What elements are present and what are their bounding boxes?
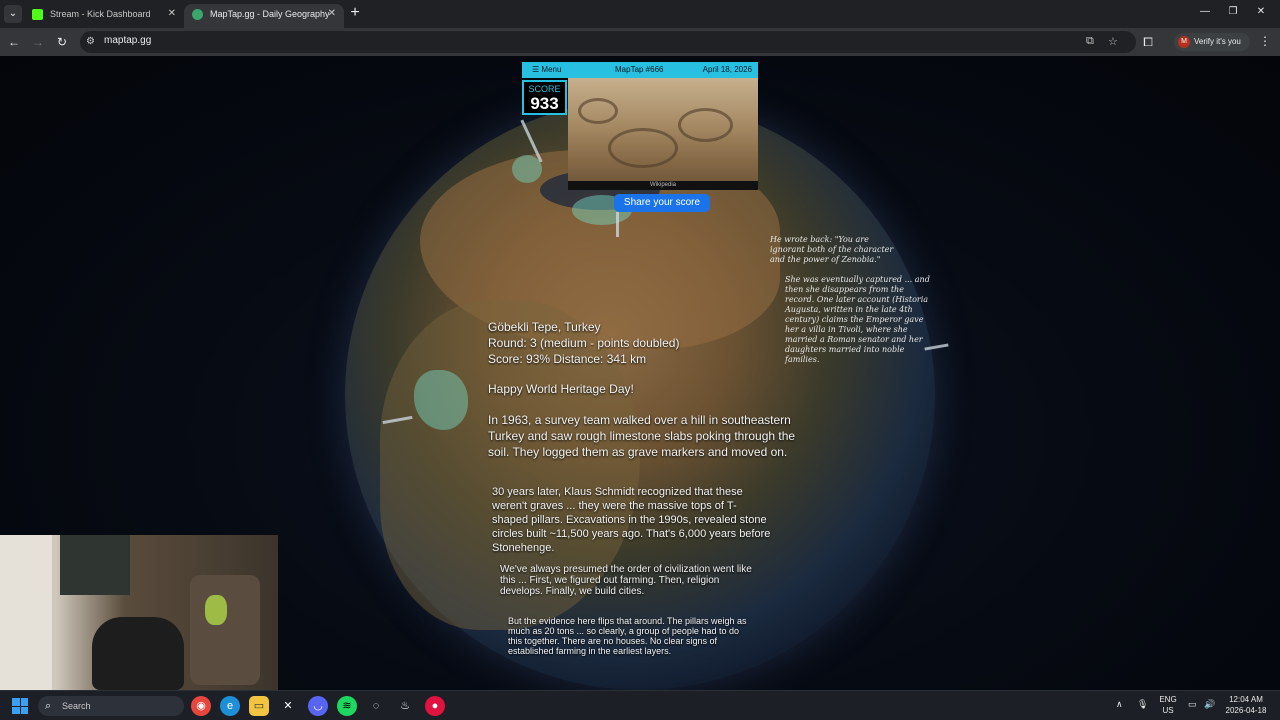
puzzle-date: April 18, 2026 <box>702 65 752 74</box>
tab-title: MapTap.gg - Daily Geography <box>210 9 330 19</box>
close-window-icon[interactable]: ✕ <box>1248 6 1274 17</box>
story-paragraph: But the evidence here flips that around.… <box>508 616 747 656</box>
tab-title: Stream - Kick Dashboard <box>50 9 151 19</box>
lang-region: US <box>1162 706 1174 715</box>
discord-icon[interactable]: ◡ <box>308 696 328 716</box>
menu-label: Menu <box>541 65 562 74</box>
obs-icon[interactable]: ● <box>425 696 445 716</box>
tab-strip: ⌄ Stream - Kick Dashboard ✕ MapTap.gg - … <box>0 0 1280 28</box>
menu-button[interactable]: ☰ Menu <box>532 62 561 78</box>
webcam-scene <box>0 535 52 690</box>
steam-icon[interactable]: ♨ <box>395 696 415 716</box>
webcam-scene <box>190 575 260 685</box>
story-paragraph: In 1963, a survey team walked over a hil… <box>488 413 796 459</box>
reload-icon[interactable]: ↻ <box>54 34 70 50</box>
close-tab-icon[interactable]: ✕ <box>328 4 336 24</box>
browser-toolbar: ← → ↻ ⚙ maptap.gg ⧉ ☆ ⧠ M Verify it's yo… <box>0 28 1280 56</box>
microphone-icon[interactable]: 🎙 <box>1137 699 1148 710</box>
profile-verify-button[interactable]: M Verify it's you <box>1174 33 1250 51</box>
story-paragraph: 30 years later, Klaus Schmidt recognized… <box>492 486 771 554</box>
verify-label: Verify it's you <box>1194 37 1241 46</box>
windows-start-icon[interactable] <box>12 698 28 714</box>
score-distance: Score: 93% Distance: 341 km <box>488 352 647 366</box>
taskbar-search[interactable]: ⌕ Search <box>38 696 184 716</box>
score-value: 933 <box>530 94 559 113</box>
maptap-header: ☰ Menu MapTap #666 April 18, 2026 <box>522 62 758 78</box>
restore-icon[interactable]: ❐ <box>1220 6 1246 17</box>
tab-maptap[interactable]: MapTap.gg - Daily Geography ✕ <box>184 4 344 28</box>
lang-code: ENG <box>1159 695 1177 704</box>
webcam-scene <box>92 617 184 690</box>
webcam-scene <box>205 595 227 625</box>
location-photo: Wikipedia <box>568 78 758 190</box>
system-clock[interactable]: 12:04 AM 2026-04-18 <box>1224 694 1268 716</box>
bookmark-star-icon[interactable]: ☆ <box>1108 35 1118 48</box>
photo-credit: Wikipedia <box>568 181 758 190</box>
app-icon[interactable]: ◌ <box>366 696 386 716</box>
site-info-icon[interactable]: ⚙ <box>86 36 95 47</box>
address-bar[interactable]: ⚙ maptap.gg ⧉ ☆ <box>80 31 1136 53</box>
forward-icon[interactable]: → <box>30 34 46 50</box>
chrome-icon[interactable]: ◉ <box>191 696 211 716</box>
kick-favicon-icon <box>32 9 43 20</box>
photo-detail <box>678 108 733 142</box>
puzzle-title: MapTap #666 <box>615 65 664 74</box>
round-summary: Göbekli Tepe, Turkey Round: 3 (medium - … <box>488 319 808 367</box>
greeting: Happy World Heritage Day! <box>488 382 634 396</box>
maptap-favicon-icon <box>192 9 203 20</box>
install-app-icon[interactable]: ⧉ <box>1086 35 1094 48</box>
browser-menu-icon[interactable]: ⋮ <box>1259 34 1271 48</box>
close-tab-icon[interactable]: ✕ <box>168 4 176 24</box>
clock-date: 2026-04-18 <box>1225 706 1267 715</box>
photo-detail <box>578 98 618 124</box>
search-icon: ⌕ <box>45 700 52 712</box>
x-app-icon[interactable]: ✕ <box>278 696 298 716</box>
edge-icon[interactable]: e <box>220 696 240 716</box>
clock-time: 12:04 AM <box>1229 695 1263 704</box>
file-explorer-icon[interactable]: ▭ <box>249 696 269 716</box>
network-icon[interactable]: ▭ <box>1188 699 1197 710</box>
photo-detail <box>608 128 678 168</box>
show-hidden-icons-icon[interactable]: ∧ <box>1116 699 1123 710</box>
language-indicator[interactable]: ENG US <box>1158 694 1178 716</box>
spotify-icon[interactable]: ≋ <box>337 696 357 716</box>
taskbar: ⌕ Search ◉ e ▭ ✕ ◡ ≋ ◌ ♨ ● ∧ 🎙 ENG US ▭ … <box>0 690 1280 720</box>
extensions-icon[interactable]: ⧠ <box>1140 34 1156 50</box>
back-icon[interactable]: ← <box>6 34 22 50</box>
story-paragraph: We've always presumed the order of civil… <box>500 564 752 597</box>
map-pin-line <box>616 212 619 237</box>
tab-kick-dashboard[interactable]: Stream - Kick Dashboard ✕ <box>24 4 184 28</box>
share-score-button[interactable]: Share your score <box>614 194 710 212</box>
score-box: SCORE 933 <box>522 80 567 115</box>
webcam-overlay <box>0 535 278 690</box>
score-label: SCORE <box>528 84 561 94</box>
tab-search-dropdown[interactable]: ⌄ <box>4 5 22 23</box>
avatar: M <box>1178 36 1190 48</box>
minimize-icon[interactable]: — <box>1192 6 1218 17</box>
globe-story-text: He wrote back: "You are ignorant both of… <box>770 235 894 264</box>
round-label: Round: 3 (medium - points doubled) <box>488 336 680 350</box>
new-tab-button[interactable]: + <box>345 4 365 24</box>
webcam-scene <box>60 535 130 595</box>
place-name: Göbekli Tepe, Turkey <box>488 320 601 334</box>
url-text[interactable]: maptap.gg <box>104 35 151 46</box>
volume-icon[interactable]: 🔊 <box>1204 699 1215 710</box>
search-placeholder: Search <box>62 701 91 711</box>
